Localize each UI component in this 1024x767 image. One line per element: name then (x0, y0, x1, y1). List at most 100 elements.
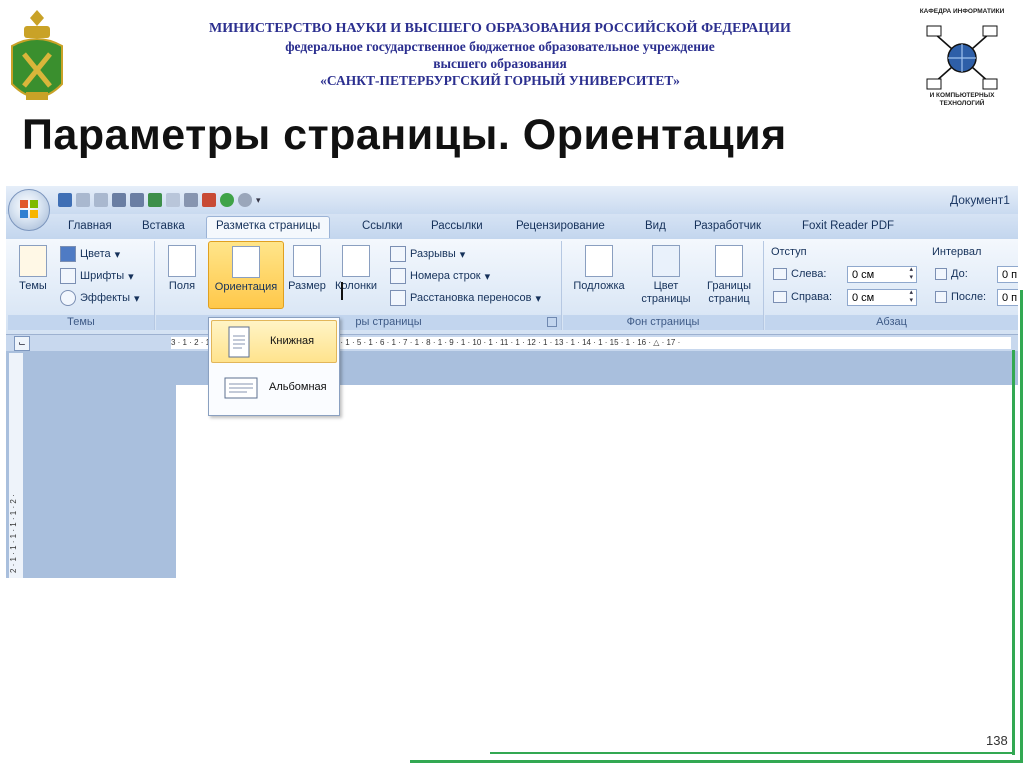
quick-access-toolbar: ▾ (58, 191, 261, 209)
themes-icon (19, 245, 47, 277)
spacing-after-row: После: 0 п (935, 288, 1018, 306)
orientation-menu: Книжная Альбомная (208, 317, 340, 416)
page-borders-button[interactable]: Границы страниц (699, 245, 759, 306)
size-button[interactable]: Размер (286, 245, 328, 293)
hyphenation-label: Расстановка переносов (410, 292, 532, 304)
themes-label: Темы (19, 280, 47, 292)
landscape-page-icon (224, 377, 258, 399)
group-paragraph: Отступ Слева: 0 см Справа: 0 см Интервал… (765, 241, 1018, 330)
equation-icon[interactable] (130, 193, 144, 207)
orientation-label: Ориентация (214, 281, 278, 293)
spacing-before-icon (935, 268, 947, 280)
indent-left-row: Слева: 0 см (773, 265, 917, 283)
watermark-icon (585, 245, 613, 277)
indent-left-label: Слева: (791, 268, 827, 280)
fonts-icon (60, 268, 76, 284)
breaks-button[interactable]: Разрывы ▾ (390, 245, 465, 263)
breaks-icon (390, 246, 406, 262)
watermark-label: Подложка (573, 280, 625, 292)
spacing-after-label: После: (951, 291, 987, 303)
spacing-before-label: До: (951, 268, 968, 280)
department-caption-top: КАФЕДРА ИНФОРМАТИКИ (919, 8, 1005, 15)
ministry-line: МИНИСТЕРСТВО НАУКИ И ВЫСШЕГО ОБРАЗОВАНИЯ… (209, 21, 791, 36)
department-caption-bottom: И КОМПЬЮТЕРНЫХ ТЕХНОЛОГИЙ (929, 92, 995, 107)
group-page-background: Подложка Цвет страницы Границы страниц Ф… (563, 241, 764, 330)
ministry-header: МИНИСТЕРСТВО НАУКИ И ВЫСШЕГО ОБРАЗОВАНИЯ… (120, 20, 880, 89)
colors-icon (60, 246, 76, 262)
indent-right-icon (773, 291, 787, 303)
network-icon (926, 25, 998, 90)
effects-icon (60, 290, 76, 306)
tab-view[interactable]: Вид (645, 220, 666, 232)
margins-button[interactable]: Поля (162, 245, 202, 293)
effects-button[interactable]: Эффекты ▾ (60, 289, 140, 307)
spacing-before-row: До: 0 п (935, 265, 1018, 283)
customize-toolbar-icon[interactable]: ▾ (256, 195, 261, 206)
table-icon[interactable] (166, 193, 180, 207)
watermark-button[interactable]: Подложка (567, 245, 631, 293)
insert-picture-icon[interactable] (148, 193, 162, 207)
word-window: ▾ Документ1 Главная Вставка Разметка стр… (6, 186, 1018, 578)
fonts-button[interactable]: Шрифты ▾ (60, 267, 134, 285)
tab-insert[interactable]: Вставка (142, 220, 185, 232)
indent-left-input[interactable]: 0 см (847, 265, 917, 283)
university-crest (11, 10, 63, 100)
page-color-icon (652, 245, 680, 277)
title-bar: ▾ Документ1 (6, 186, 1018, 214)
text-style-icon[interactable] (112, 193, 126, 207)
page-borders-label-1: Границы (707, 280, 751, 292)
frame-right-line (1020, 290, 1023, 762)
save-icon[interactable] (58, 193, 72, 207)
columns-icon (342, 245, 370, 277)
office-logo-icon (20, 200, 38, 218)
frame-inner-line (1012, 350, 1015, 755)
page-color-label-1: Цвет (653, 280, 679, 292)
orientation-button[interactable]: Ориентация (208, 241, 284, 309)
themes-button[interactable]: Темы (14, 245, 52, 293)
tab-review[interactable]: Рецензирование (516, 220, 605, 232)
spacing-title: Интервал (932, 246, 982, 258)
breaks-label: Разрывы (410, 248, 456, 260)
vertical-ruler[interactable]: 2 · 1 · 1 · 1 · 1 · 1 · 2 · (9, 353, 23, 578)
horizontal-ruler-row: ⌙ 3 · 1 · 2 · 1 · 1 · 1 · X · 1 · 1 · 1 … (6, 335, 1018, 351)
tab-page-layout[interactable]: Разметка страницы (206, 216, 331, 238)
document-workspace: 2 · 1 · 1 · 1 · 1 · 1 · 2 · (6, 351, 1018, 578)
green-circle-icon[interactable] (220, 193, 234, 207)
line-numbers-button[interactable]: Номера строк ▾ (390, 267, 490, 285)
tab-mailings[interactable]: Рассылки (431, 220, 483, 232)
size-label: Размер (288, 280, 326, 292)
macro-icon[interactable] (202, 193, 216, 207)
landscape-label: Альбомная (269, 381, 327, 393)
ribbon: Темы Цвета ▾ Шрифты ▾ Эффекты ▾ Темы Пол… (6, 239, 1018, 335)
columns-button[interactable]: Колонки (332, 245, 380, 293)
margins-icon (168, 245, 196, 277)
field-code-icon[interactable] (184, 193, 198, 207)
orientation-landscape-item[interactable]: Альбомная (211, 367, 335, 408)
margins-label: Поля (168, 280, 196, 292)
hyphenation-button[interactable]: Расстановка переносов ▾ (390, 289, 541, 307)
colors-button[interactable]: Цвета ▾ (60, 245, 120, 263)
tab-selector-icon[interactable]: ⌙ (14, 336, 30, 351)
tab-foxit-reader[interactable]: Foxit Reader PDF (802, 220, 894, 232)
tab-references[interactable]: Ссылки (362, 220, 403, 232)
spacing-before-input[interactable]: 0 п (997, 265, 1018, 283)
spacing-after-icon (935, 291, 947, 303)
page-setup-launcher-icon[interactable] (547, 317, 557, 327)
tab-home[interactable]: Главная (68, 220, 112, 232)
indent-right-input[interactable]: 0 см (847, 288, 917, 306)
page-color-label-2: страницы (641, 293, 691, 305)
page-borders-label-2: страниц (708, 293, 750, 305)
indent-right-row: Справа: 0 см (773, 288, 917, 306)
page-borders-icon (715, 245, 743, 277)
page-color-button[interactable]: Цвет страницы (635, 245, 697, 306)
orientation-portrait-item[interactable]: Книжная (211, 320, 337, 363)
indent-right-label: Справа: (791, 291, 833, 303)
redo-icon[interactable] (94, 193, 108, 207)
hyphenation-icon (390, 290, 406, 306)
undo-icon[interactable] (76, 193, 90, 207)
colors-label: Цвета (80, 248, 111, 260)
tab-developer[interactable]: Разработчик (694, 220, 761, 232)
options-icon[interactable] (238, 193, 252, 207)
spacing-after-input[interactable]: 0 п (997, 288, 1018, 306)
office-button[interactable] (8, 189, 50, 231)
